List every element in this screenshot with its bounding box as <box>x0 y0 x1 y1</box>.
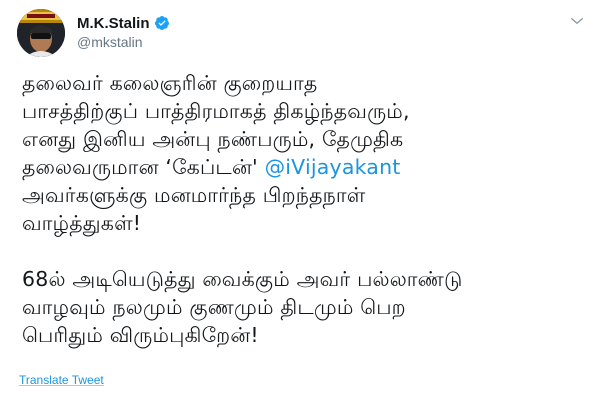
tweet-line-text: தலைவருமான ‘கேப்டன்' <box>22 155 265 179</box>
tweet-line: பெரிதும் விரும்புகிறேன்! <box>22 323 259 347</box>
tweet-line: அவர்களுக்கு மனமார்ந்த பிறந்தநாள் <box>22 183 366 207</box>
tweet-text: தலைவர் கலைஞரின் குறையாத பாசத்திற்குப் பா… <box>22 69 590 349</box>
translate-tweet-link[interactable]: Translate Tweet <box>19 373 104 387</box>
tweet-line: 68ல் அடியெடுத்து வைக்கும் அவர் பல்லாண்டு <box>22 267 463 291</box>
chevron-down-icon[interactable] <box>568 12 586 30</box>
avatar[interactable] <box>17 9 65 57</box>
author-name-row[interactable]: M.K.Stalin <box>77 13 170 33</box>
tweet-line: பாசத்திற்குப் பாத்திரமாகத் திகழ்ந்தவரும்… <box>22 99 410 123</box>
author-display-name[interactable]: M.K.Stalin <box>77 15 150 32</box>
profile-photo-icon <box>17 9 65 57</box>
tweet-line: வாழ்த்துகள்! <box>22 211 142 235</box>
tweet-line: எனது இனிய அன்பு நண்பரும், தேமுதிக <box>22 127 404 151</box>
tweet-card: M.K.Stalin @mkstalin தலைவர் கலைஞரின் குற… <box>0 0 600 400</box>
mention-link[interactable]: @iVijayakant <box>265 155 401 179</box>
tweet-line: வாழவும் நலமும் குணமும் திடமும் பெற <box>22 295 406 319</box>
tweet-line: தலைவர் கலைஞரின் குறையாத <box>22 71 318 95</box>
tweet-line: தலைவருமான ‘கேப்டன்' @iVijayakant <box>22 153 590 181</box>
verified-badge-icon <box>154 16 169 30</box>
author-handle[interactable]: @mkstalin <box>77 34 143 50</box>
